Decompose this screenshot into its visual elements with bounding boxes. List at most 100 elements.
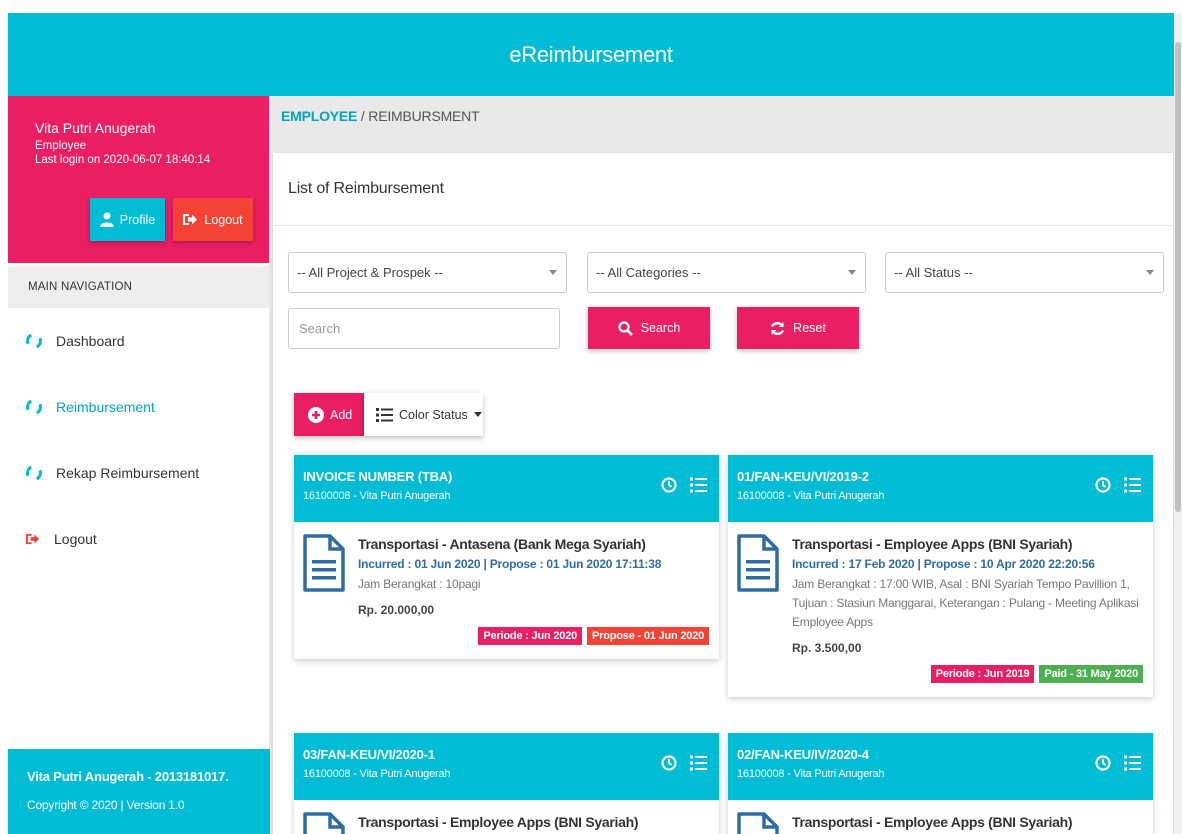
circle-notch-icon bbox=[23, 330, 45, 352]
clock-icon[interactable] bbox=[1095, 755, 1111, 771]
reimbursement-card[interactable]: 01/FAN-KEU/VI/2019-2 16100008 - Vita Put… bbox=[728, 455, 1153, 697]
reimbursement-title: Transportasi - Antasena (Bank Mega Syari… bbox=[358, 536, 646, 552]
reimbursement-card[interactable]: 02/FAN-KEU/IV/2020-4 16100008 - Vita Put… bbox=[728, 733, 1153, 834]
search-icon bbox=[618, 320, 633, 336]
reimbursement-amount: Rp. 3.500,00 bbox=[792, 641, 862, 655]
sidebar-item-reimbursement[interactable]: Reimbursement bbox=[8, 374, 269, 440]
reimbursement-card[interactable]: INVOICE NUMBER (TBA) 16100008 - Vita Put… bbox=[294, 455, 719, 659]
status-filter-value: -- All Status -- bbox=[894, 265, 973, 280]
status-filter-select[interactable]: -- All Status -- bbox=[885, 252, 1164, 293]
color-status-dropdown[interactable]: Color Status bbox=[364, 393, 483, 436]
sidebar-item-dashboard[interactable]: Dashboard bbox=[8, 308, 269, 374]
sidebar: Vita Putri Anugerah Employee Last login … bbox=[8, 96, 270, 834]
user-icon bbox=[99, 212, 114, 227]
card-header: 03/FAN-KEU/VI/2020-1 16100008 - Vita Put… bbox=[294, 733, 719, 800]
refresh-icon bbox=[771, 321, 785, 335]
sidebar-footer: Vita Putri Anugerah - 2013181017. Copyri… bbox=[8, 749, 270, 834]
status-badge: Propose - 01 Jun 2020 bbox=[587, 627, 709, 645]
user-role: Employee bbox=[35, 140, 87, 152]
app-header: eReimbursement bbox=[8, 13, 1174, 96]
reimbursement-card[interactable]: 03/FAN-KEU/VI/2020-1 16100008 - Vita Put… bbox=[294, 733, 719, 834]
user-info-panel: Vita Putri Anugerah Employee Last login … bbox=[8, 96, 269, 263]
scrollbar-thumb[interactable] bbox=[1175, 42, 1181, 512]
panel-title: List of Reimbursement bbox=[273, 153, 1173, 226]
category-filter-select[interactable]: -- All Categories -- bbox=[587, 252, 866, 293]
list-icon[interactable] bbox=[1124, 477, 1141, 493]
file-text-icon bbox=[737, 812, 779, 834]
reimbursement-dates: Incurred : 01 Jun 2020 | Propose : 01 Ju… bbox=[358, 557, 662, 571]
reimbursement-title: Transportasi - Employee Apps (BNI Syaria… bbox=[358, 814, 639, 830]
add-button-label: Add bbox=[330, 407, 353, 422]
page-scrollbar[interactable] bbox=[1174, 14, 1182, 834]
caret-down-icon bbox=[1146, 270, 1154, 275]
list-icon[interactable] bbox=[690, 477, 707, 493]
logout-button[interactable]: Logout bbox=[173, 198, 253, 241]
employee-id: 16100008 - Vita Putri Anugerah bbox=[737, 490, 885, 502]
footer-copyright: Copyright © 2020 | Version 1.0 bbox=[27, 798, 185, 812]
sidebar-item-rekap-reimbursement[interactable]: Rekap Reimbursement bbox=[8, 440, 269, 506]
search-button-label: Search bbox=[640, 321, 681, 335]
card-header: INVOICE NUMBER (TBA) 16100008 - Vita Put… bbox=[294, 455, 719, 522]
sidebar-item-logout[interactable]: Logout bbox=[8, 506, 269, 572]
sidebar-item-label: Logout bbox=[54, 531, 97, 547]
employee-id: 16100008 - Vita Putri Anugerah bbox=[737, 768, 885, 780]
logout-button-label: Logout bbox=[204, 212, 243, 227]
file-text-icon bbox=[737, 534, 779, 592]
invoice-number: 01/FAN-KEU/VI/2019-2 bbox=[737, 469, 869, 484]
file-text-icon bbox=[303, 812, 345, 834]
main-content: EMPLOYEE / REIMBURSMENT List of Reimburs… bbox=[270, 96, 1182, 834]
sidebar-item-label: Rekap Reimbursement bbox=[56, 465, 200, 481]
invoice-number: 02/FAN-KEU/IV/2020-4 bbox=[737, 747, 869, 762]
profile-button-label: Profile bbox=[119, 212, 156, 227]
add-button[interactable]: Add bbox=[294, 393, 364, 436]
project-filter-value: -- All Project & Prospek -- bbox=[297, 265, 443, 280]
category-filter-value: -- All Categories -- bbox=[596, 265, 701, 280]
color-status-label: Color Status bbox=[399, 407, 468, 422]
reimbursement-panel: List of Reimbursement -- All Project & P… bbox=[273, 153, 1173, 834]
list-icon bbox=[376, 407, 393, 422]
clock-icon[interactable] bbox=[1095, 477, 1111, 493]
profile-button[interactable]: Profile bbox=[90, 198, 165, 241]
invoice-number: INVOICE NUMBER (TBA) bbox=[303, 469, 453, 484]
reimbursement-description: Jam Berangkat : 10pagi bbox=[358, 577, 481, 591]
employee-id: 16100008 - Vita Putri Anugerah bbox=[303, 490, 451, 502]
caret-down-icon bbox=[549, 270, 557, 275]
footer-user: Vita Putri Anugerah - 2013181017. bbox=[27, 769, 229, 784]
breadcrumb-section[interactable]: EMPLOYEE bbox=[281, 108, 357, 124]
breadcrumb-page: REIMBURSMENT bbox=[368, 108, 480, 124]
breadcrumb: EMPLOYEE / REIMBURSMENT bbox=[281, 108, 480, 124]
reimbursement-description: Jam Berangkat : 17:00 WIB, Asal : BNI Sy… bbox=[792, 577, 1139, 629]
reimbursement-dates: Incurred : 17 Feb 2020 | Propose : 10 Ap… bbox=[792, 557, 1095, 571]
search-input[interactable]: Search bbox=[288, 308, 560, 349]
plus-circle-icon bbox=[308, 406, 324, 423]
reimbursement-amount: Rp. 20.000,00 bbox=[358, 603, 435, 617]
reset-button[interactable]: Reset bbox=[737, 307, 859, 349]
caret-down-icon bbox=[473, 412, 482, 417]
list-icon[interactable] bbox=[690, 755, 707, 771]
invoice-number: 03/FAN-KEU/VI/2020-1 bbox=[303, 747, 435, 762]
sidebar-item-label: Dashboard bbox=[56, 333, 125, 349]
sidebar-item-label: Reimbursement bbox=[56, 399, 155, 415]
nav-heading: MAIN NAVIGATION bbox=[8, 266, 269, 308]
circle-notch-icon bbox=[23, 396, 45, 418]
period-badge: Periode : Jun 2020 bbox=[478, 627, 583, 645]
reset-button-label: Reset bbox=[793, 321, 826, 335]
project-filter-select[interactable]: -- All Project & Prospek -- bbox=[288, 252, 567, 293]
card-header: 02/FAN-KEU/IV/2020-4 16100008 - Vita Put… bbox=[728, 733, 1153, 800]
clock-icon[interactable] bbox=[661, 477, 677, 493]
search-button[interactable]: Search bbox=[588, 307, 710, 349]
card-body: Transportasi - Employee Apps (BNI Syaria… bbox=[728, 522, 1153, 697]
list-icon[interactable] bbox=[1124, 755, 1141, 771]
sign-out-icon bbox=[183, 214, 198, 225]
user-name: Vita Putri Anugerah bbox=[35, 120, 156, 136]
file-text-icon bbox=[303, 534, 345, 592]
employee-id: 16100008 - Vita Putri Anugerah bbox=[303, 768, 451, 780]
card-body: Transportasi - Antasena (Bank Mega Syari… bbox=[294, 522, 719, 659]
reimbursement-title: Transportasi - Employee Apps (BNI Syaria… bbox=[792, 536, 1073, 552]
sign-out-icon bbox=[26, 533, 40, 545]
caret-down-icon bbox=[848, 270, 856, 275]
card-body: Transportasi - Employee Apps (BNI Syaria… bbox=[728, 800, 1153, 834]
last-login: Last login on 2020-06-07 18:40:14 bbox=[35, 154, 211, 166]
circle-notch-icon bbox=[23, 462, 45, 484]
clock-icon[interactable] bbox=[661, 755, 677, 771]
